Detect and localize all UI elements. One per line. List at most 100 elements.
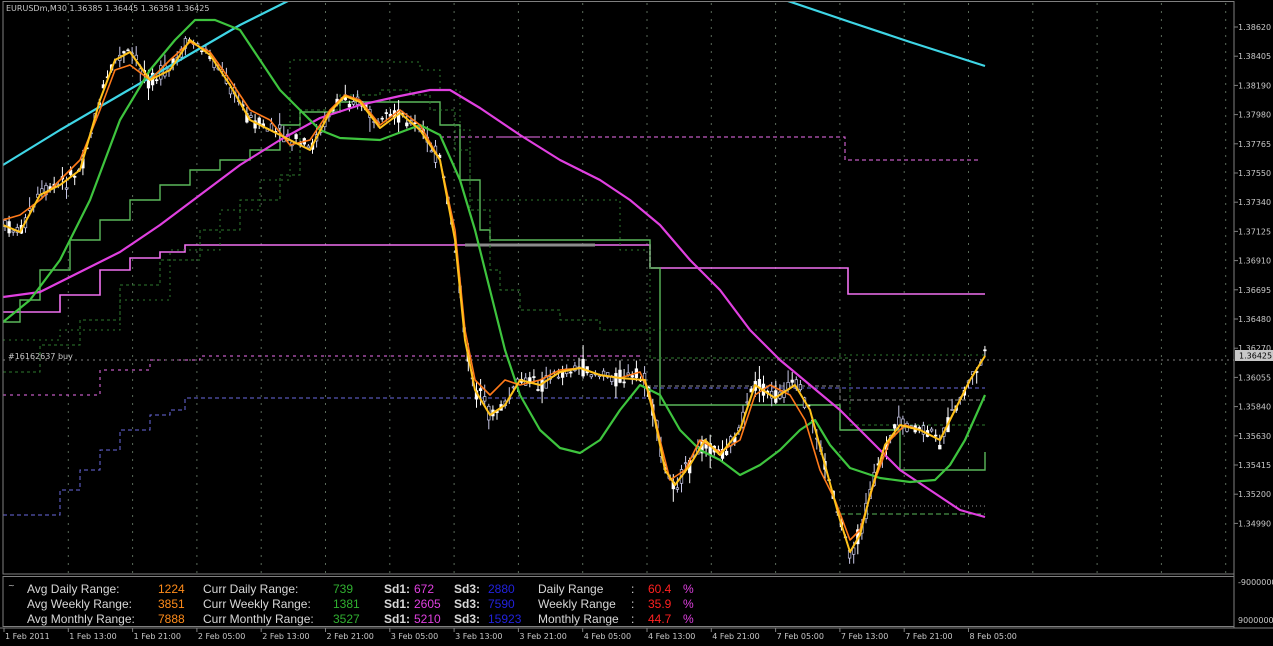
candle-body: [556, 376, 561, 379]
candle-body: [589, 374, 593, 378]
panel-sd3-label: Sd3:: [454, 597, 480, 611]
time-tick-label: 3 Feb 05:00: [391, 632, 438, 641]
candle-body: [626, 372, 630, 376]
candle-body: [893, 424, 897, 429]
indicator-panel-marker: ~: [8, 581, 15, 590]
panel-sd1-label: Sd1:: [384, 612, 410, 626]
candle-body: [200, 50, 204, 53]
panel-sd3-value: 15923: [488, 612, 522, 626]
panel-pct-colon: :: [631, 582, 634, 596]
candle-body: [405, 122, 409, 127]
candle-body: [614, 373, 618, 387]
candle-body: [569, 371, 573, 374]
indicator-axis-label-top: -9000000: [1238, 578, 1273, 587]
price-tick-label: 1.38620: [1238, 23, 1271, 32]
price-tick-label: 1.35415: [1238, 461, 1271, 470]
panel-avg-value: 1224: [158, 582, 185, 596]
panel-sd1-value: 5210: [414, 612, 441, 626]
time-tick-label: 7 Feb 13:00: [841, 632, 888, 641]
time-tick-label: 4 Feb 13:00: [648, 632, 695, 641]
candle-body: [622, 381, 626, 384]
price-tick-label: 1.37125: [1238, 227, 1271, 236]
time-tick-label: 7 Feb 21:00: [905, 632, 952, 641]
candle-body: [249, 115, 253, 118]
candle-body: [306, 145, 311, 149]
time-tick-label: 2 Feb 05:00: [198, 632, 245, 641]
candle-body: [630, 375, 634, 378]
time-tick-label: 3 Feb 21:00: [519, 632, 566, 641]
candle-body: [618, 369, 622, 383]
panel-avg-value: 3851: [158, 597, 185, 611]
time-tick-label: 1 Feb 13:00: [69, 632, 116, 641]
candle-body: [122, 51, 126, 54]
panel-curr-value: 739: [333, 582, 353, 596]
candle-body: [929, 428, 934, 432]
chart-background: [0, 0, 1273, 646]
price-tick-label: 1.36055: [1238, 373, 1271, 382]
candle-body: [950, 409, 954, 411]
candle-body: [983, 349, 987, 352]
candle-body: [938, 444, 942, 450]
panel-avg-value: 7888: [158, 612, 185, 626]
candle-body: [126, 49, 130, 52]
time-tick-label: 3 Feb 13:00: [455, 632, 502, 641]
price-tick-label: 1.37550: [1238, 169, 1271, 178]
price-tick-label: 1.37765: [1238, 140, 1271, 149]
candle-body: [294, 134, 298, 139]
panel-pct-label: Weekly Range: [538, 597, 616, 611]
price-tick-label: 1.38405: [1238, 52, 1271, 61]
candle-body: [532, 376, 536, 378]
candle-body: [581, 358, 585, 377]
panel-pct-colon: :: [631, 612, 634, 626]
price-tick-label: 1.35200: [1238, 490, 1271, 499]
panel-curr-label: Curr Daily Range:: [203, 582, 298, 596]
panel-sd1-value: 2605: [414, 597, 441, 611]
panel-pct-unit: %: [683, 582, 694, 596]
price-tick-label: 1.36910: [1238, 257, 1271, 266]
candle-body: [724, 450, 729, 456]
price-chart[interactable]: EURUSDm,M30 1.36385 1.36445 1.36358 1.36…: [0, 0, 1273, 646]
candle-body: [675, 487, 680, 490]
price-tick-label: 1.38190: [1238, 81, 1271, 90]
price-tick-label: 1.34990: [1238, 519, 1271, 528]
current-price-label: 1.36425: [1239, 352, 1272, 361]
price-tick-label: 1.35630: [1238, 432, 1271, 441]
candle-body: [73, 175, 77, 178]
panel-curr-label: Curr Weekly Range:: [203, 597, 311, 611]
chart-header: EURUSDm,M30 1.36385 1.36445 1.36358 1.36…: [6, 4, 209, 13]
candle-body: [429, 150, 434, 153]
price-tick-label: 1.37980: [1238, 111, 1271, 120]
candle-body: [478, 388, 483, 391]
candle-body: [540, 379, 544, 392]
candle-body: [351, 101, 356, 105]
panel-pct-value: 44.7: [648, 612, 672, 626]
panel-avg-label: Avg Daily Range:: [27, 582, 120, 596]
panel-pct-colon: :: [631, 597, 634, 611]
panel-pct-label: Daily Range: [538, 582, 604, 596]
candle-body: [483, 396, 487, 402]
panel-avg-label: Avg Weekly Range:: [27, 597, 132, 611]
candle-body: [745, 401, 749, 404]
panel-pct-value: 35.9: [648, 597, 672, 611]
current-price-marker: 1.36425: [1235, 350, 1273, 361]
panel-sd1-label: Sd1:: [384, 597, 410, 611]
candle-body: [790, 379, 794, 383]
candle-body: [536, 389, 540, 391]
candle-body: [384, 112, 388, 114]
panel-pct-label: Monthly Range: [538, 612, 619, 626]
time-tick-label: 4 Feb 05:00: [584, 632, 631, 641]
candle-body: [798, 384, 803, 391]
panel-sd3-label: Sd3:: [454, 582, 480, 596]
price-tick-label: 1.36480: [1238, 315, 1271, 324]
candle-body: [64, 187, 69, 190]
candle-body: [278, 124, 282, 129]
time-tick-label: 2 Feb 21:00: [327, 632, 374, 641]
time-tick-label: 2 Feb 13:00: [262, 632, 309, 641]
panel-sd3-value: 2880: [488, 582, 515, 596]
candle-body: [897, 416, 901, 426]
price-tick-label: 1.37340: [1238, 198, 1271, 207]
panel-sd3-value: 7590: [488, 597, 515, 611]
price-tick-label: 1.36695: [1238, 286, 1271, 295]
time-tick-label: 1 Feb 21:00: [134, 632, 181, 641]
order-label: #16162637 buy: [8, 352, 73, 361]
